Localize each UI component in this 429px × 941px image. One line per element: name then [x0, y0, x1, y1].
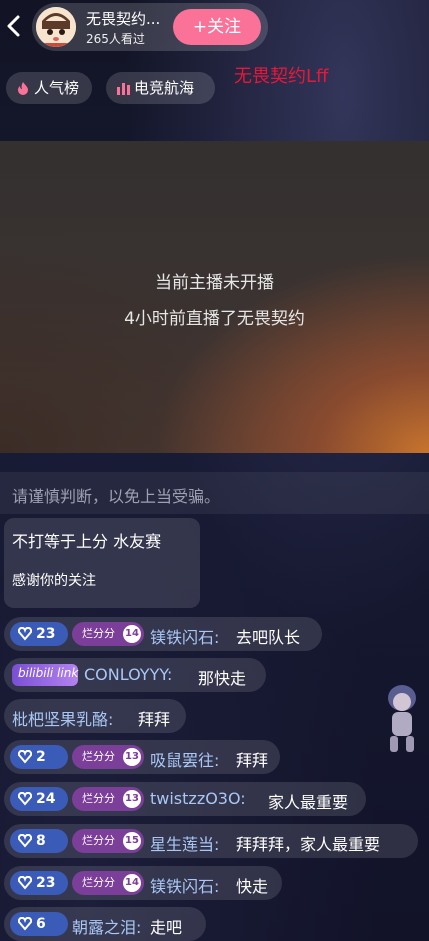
- chip-label: 人气榜: [34, 79, 80, 97]
- message-text: 拜拜: [138, 710, 171, 729]
- pinned-message: 不打等于上分 水友赛 感谢你的关注: [4, 518, 200, 608]
- message-text: 快走: [236, 877, 269, 896]
- viewer-count: 265人看过: [86, 32, 145, 46]
- fan-medal: 烂分分 14: [72, 622, 144, 646]
- host-name: 无畏契约...: [86, 10, 161, 28]
- user-level-badge: 24: [10, 787, 68, 811]
- username[interactable]: twistzzO3O:: [150, 789, 246, 808]
- video-player[interactable]: 当前主播未开播 4小时前直播了无畏契约: [0, 141, 429, 453]
- chat-message[interactable]: 枇杷坚果乳酪: 拜拜: [4, 699, 186, 733]
- username[interactable]: 星生莲当:: [150, 831, 219, 855]
- chip-label: 电竞航海: [134, 79, 195, 97]
- level-heart-icon: [18, 792, 32, 806]
- offline-status: 当前主播未开播: [155, 273, 274, 293]
- safety-notice: 请谨慎判断，以免上当受骗。: [12, 487, 221, 506]
- watermark-text: 无畏契约Lff: [234, 66, 329, 87]
- username[interactable]: 枇杷坚果乳酪:: [12, 706, 113, 730]
- chat-message[interactable]: 2 烂分分 13 吸鼠罢往: 拜拜: [4, 740, 280, 774]
- user-level-badge: 23: [10, 871, 68, 895]
- message-text: 那快走: [198, 669, 247, 688]
- username[interactable]: 镁铁闪石:: [150, 624, 219, 648]
- mascot-figure-icon: [388, 685, 416, 752]
- chat-message[interactable]: 8 烂分分 15 星生莲当: 拜拜拜，家人最重要: [4, 824, 418, 858]
- message-text: 拜拜: [236, 751, 269, 770]
- flame-icon: [18, 82, 28, 95]
- username[interactable]: CONLOYYY:: [84, 665, 172, 684]
- chat-message[interactable]: 23 烂分分 14 镁铁闪石: 快走: [4, 866, 282, 900]
- avatar[interactable]: [36, 7, 76, 47]
- fan-medal: 烂分分 14: [72, 871, 144, 895]
- chat-message[interactable]: bilibili link CONLOYYY: 那快走: [4, 658, 266, 692]
- level-heart-icon: [18, 917, 32, 931]
- chat-message[interactable]: 24 烂分分 13 twistzzO3O: 家人最重要: [4, 782, 366, 816]
- top-bar: 无畏契约... 265人看过 +关注: [0, 0, 429, 60]
- user-level-badge: 2: [10, 745, 68, 769]
- user-level-badge: 8: [10, 829, 68, 853]
- message-text: 去吧队长: [236, 628, 301, 647]
- level-heart-icon: [18, 834, 32, 848]
- last-live-info: 4小时前直播了无畏契约: [124, 309, 305, 329]
- chat-message[interactable]: 23 烂分分 14 镁铁闪石: 去吧队长: [4, 617, 322, 651]
- username[interactable]: 镁铁闪石:: [150, 873, 219, 897]
- message-text: 走吧: [150, 918, 183, 937]
- level-heart-icon: [18, 876, 32, 890]
- pinned-title: 不打等于上分 水友赛: [12, 532, 162, 551]
- pinned-subtitle: 感谢你的关注: [12, 573, 96, 589]
- avatar-image: [36, 7, 76, 47]
- message-text: 拜拜拜，家人最重要: [236, 835, 381, 854]
- user-level-badge: 23: [10, 622, 68, 646]
- username[interactable]: 吸鼠罢往:: [150, 747, 219, 771]
- esports-voyage-chip[interactable]: 电竞航海: [106, 72, 215, 104]
- bilibili-link-badge: bilibili link: [12, 664, 78, 686]
- fan-medal: 烂分分 13: [72, 745, 144, 769]
- level-heart-icon: [18, 627, 32, 641]
- fan-medal: 烂分分 13: [72, 787, 144, 811]
- bars-icon: [117, 83, 130, 95]
- popularity-rank-chip[interactable]: 人气榜: [6, 72, 92, 104]
- username[interactable]: 朝露之泪:: [72, 914, 141, 938]
- fan-medal: 烂分分 15: [72, 829, 144, 853]
- level-heart-icon: [18, 750, 32, 764]
- user-level-badge: 6: [10, 912, 68, 936]
- host-info-pill[interactable]: 无畏契约... 265人看过 +关注: [32, 3, 268, 51]
- follow-button[interactable]: +关注: [173, 9, 261, 45]
- chat-message[interactable]: 6 朝露之泪: 走吧: [4, 907, 206, 941]
- message-text: 家人最重要: [268, 793, 349, 812]
- back-arrow-icon[interactable]: [4, 12, 24, 40]
